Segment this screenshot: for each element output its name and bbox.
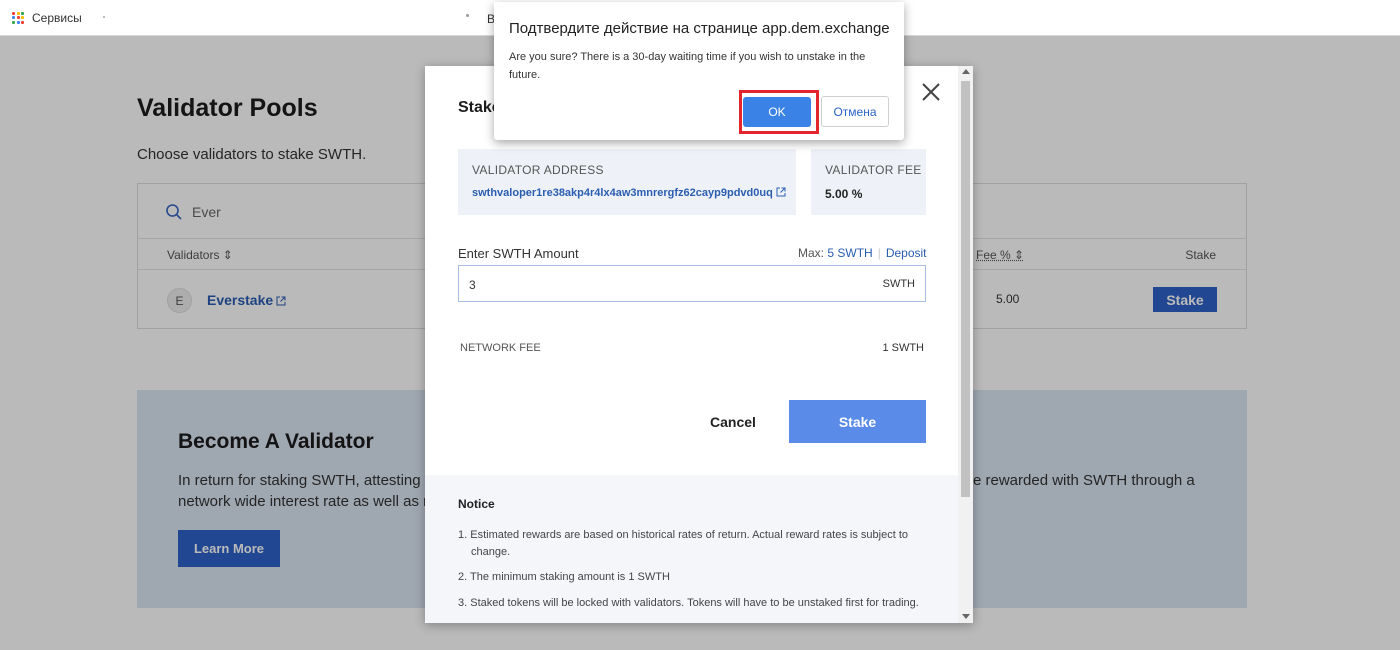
apps-dot xyxy=(12,20,15,24)
notice-section: Notice 1. Estimated rewards are based on… xyxy=(425,475,958,623)
notice-item: 1. Estimated rewards are based on histor… xyxy=(458,529,908,558)
amount-input[interactable]: 3 SWTH xyxy=(458,265,926,302)
validator-address: swthvaloper1re38akp4r4lx4aw3mnrergfz62ca… xyxy=(472,187,773,199)
modal-scrollbar[interactable] xyxy=(958,66,973,623)
apps-dot xyxy=(16,11,20,15)
stake-button[interactable]: Stake xyxy=(789,400,926,443)
bookmark-dot-icon xyxy=(466,14,469,17)
validator-fee-label: VALIDATOR FEE xyxy=(825,163,922,177)
network-fee-label: NETWORK FEE xyxy=(460,342,541,354)
network-fee-value: 1 SWTH xyxy=(882,342,924,354)
confirm-dialog: Подтвердите действие на странице app.dem… xyxy=(494,2,904,140)
external-link-icon xyxy=(776,187,786,197)
deposit-link[interactable]: Deposit xyxy=(886,246,927,260)
apps-dot xyxy=(12,16,15,19)
apps-dot xyxy=(21,20,24,24)
scroll-up-icon[interactable] xyxy=(962,69,970,74)
apps-dot xyxy=(16,16,20,19)
scroll-down-icon[interactable] xyxy=(962,614,970,619)
confirm-cancel-button[interactable]: Отмена xyxy=(821,96,889,127)
close-icon[interactable] xyxy=(921,82,941,102)
ok-button[interactable]: OK xyxy=(743,97,811,127)
notice-item: 2. The minimum staking amount is 1 SWTH xyxy=(458,571,670,583)
validator-address-box: VALIDATOR ADDRESS swthvaloper1re38akp4r4… xyxy=(458,149,796,215)
validator-address-label: VALIDATOR ADDRESS xyxy=(472,163,604,177)
cancel-button[interactable]: Cancel xyxy=(693,400,773,443)
confirm-title: Подтвердите действие на странице app.dem… xyxy=(509,20,890,37)
validator-fee-value: 5.00 % xyxy=(825,187,863,201)
scroll-thumb[interactable] xyxy=(961,81,970,497)
amount-unit: SWTH xyxy=(882,278,915,290)
notice-title: Notice xyxy=(458,497,495,511)
max-row: Max: 5 SWTH | Deposit xyxy=(798,246,927,260)
apps-dot xyxy=(16,20,20,24)
apps-dot xyxy=(12,11,15,15)
max-amount-link[interactable]: 5 SWTH xyxy=(827,246,872,260)
stake-modal: Stake VALIDATOR ADDRESS swthvaloper1re38… xyxy=(425,66,973,623)
bookmark-services[interactable]: Сервисы xyxy=(32,11,82,25)
separator: | xyxy=(877,246,881,260)
apps-dot xyxy=(21,11,24,15)
bar-separator xyxy=(103,16,105,18)
apps-grid-icon[interactable] xyxy=(12,11,24,24)
validator-address-link[interactable]: swthvaloper1re38akp4r4lx4aw3mnrergfz62ca… xyxy=(472,187,786,199)
amount-label: Enter SWTH Amount xyxy=(458,246,579,261)
amount-value: 3 xyxy=(469,278,476,292)
notice-item: 3. Staked tokens will be locked with val… xyxy=(458,597,919,609)
validator-fee-box: VALIDATOR FEE 5.00 % xyxy=(811,149,926,215)
confirm-message: Are you sure? There is a 30-day waiting … xyxy=(509,51,866,81)
max-label: Max: xyxy=(798,246,825,260)
apps-dot xyxy=(21,16,24,19)
